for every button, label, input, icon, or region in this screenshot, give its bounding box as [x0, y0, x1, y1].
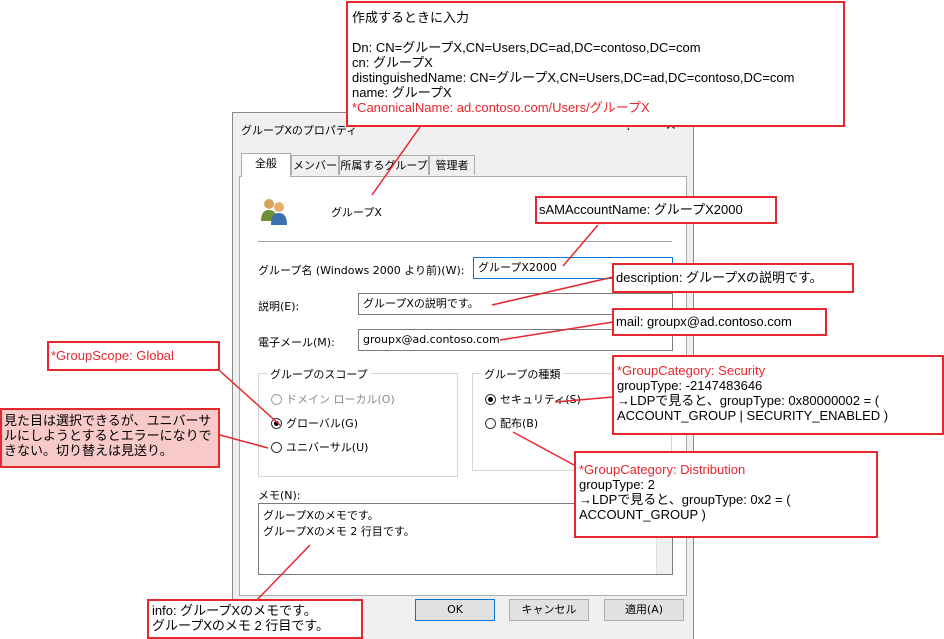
callout-group-scope: *GroupScope: Global [47, 341, 220, 371]
callout-description: description: グループXの説明です。 [612, 263, 854, 293]
apply-button[interactable]: 適用(A) [604, 599, 684, 621]
cancel-button[interactable]: キャンセル [509, 599, 589, 621]
group-name-display: グループX [331, 206, 382, 219]
group-scope-box: グループのスコープ ドメイン ローカル(O) グローバル(G) ユニバーサル(U… [258, 366, 458, 477]
callout-line: cn: グループX [352, 55, 433, 70]
callout-line: →LDPで見ると、groupType: 0x2 = ( [579, 492, 791, 507]
callout-mail: mail: groupx@ad.contoso.com [612, 308, 827, 336]
callout-create-attributes: 作成するときに入力 Dn: CN=グループX,CN=Users,DC=ad,DC… [346, 1, 845, 127]
group-users-icon [261, 199, 287, 225]
callout-line: ACCOUNT_GROUP | SECURITY_ENABLED ) [617, 408, 889, 423]
callout-line: グループXのメモ 2 行目です。 [152, 618, 330, 633]
tab-general[interactable]: 全般 [241, 153, 291, 177]
callout-line: name: グループX [352, 85, 452, 100]
pre2000-label: グループ名 (Windows 2000 より前)(W): [258, 264, 465, 277]
radio-label: ドメイン ローカル(O) [286, 393, 395, 406]
description-label: 説明(E): [258, 300, 300, 313]
scope-universal-radio[interactable]: ユニバーサル(U) [271, 439, 368, 455]
radio-circle [271, 417, 282, 429]
callout-universal-note: 見た目は選択できるが、ユニバーサルにしようとするとエラーになりできない。切り替え… [0, 408, 220, 468]
type-security-radio[interactable]: セキュリティ(S) [485, 391, 581, 407]
scope-domain-local-radio[interactable]: ドメイン ローカル(O) [271, 391, 395, 407]
memo-label: メモ(N): [258, 489, 301, 502]
callout-red-line: *CanonicalName: ad.contoso.com/Users/グルー… [352, 100, 650, 115]
radio-label: 配布(B) [500, 417, 539, 430]
scope-global-radio[interactable]: グローバル(G) [271, 415, 358, 431]
tab-member-of[interactable]: 所属するグループ [339, 155, 429, 175]
callout-line: groupType: 2 [579, 477, 655, 492]
radio-circle [271, 441, 282, 453]
callout-red-line: *GroupCategory: Security [617, 363, 766, 378]
callout-line: ACCOUNT_GROUP ) [579, 507, 706, 522]
callout-line: distinguishedName: CN=グループX,CN=Users,DC=… [352, 70, 795, 85]
callout-line: →LDPで見ると、groupType: 0x80000002 = ( [617, 393, 880, 408]
radio-circle [485, 417, 496, 429]
divider [258, 241, 672, 242]
callout-security: *GroupCategory: Security groupType: -214… [612, 355, 944, 435]
tab-managed-by[interactable]: 管理者 [429, 155, 475, 175]
tab-members[interactable]: メンバー [291, 155, 339, 175]
callout-info: info: グループXのメモです。 グループXのメモ 2 行目です。 [147, 599, 363, 639]
radio-circle [485, 393, 496, 405]
callout-line: info: グループXのメモです。 [152, 603, 317, 618]
ok-button[interactable]: OK [415, 599, 495, 621]
callout-sam-account-name: sAMAccountName: グループX2000 [535, 196, 777, 224]
email-label: 電子メール(M): [258, 336, 335, 349]
callout-line: groupType: -2147483646 [617, 378, 763, 393]
radio-label: セキュリティ(S) [500, 393, 581, 406]
radio-circle [271, 393, 282, 405]
callout-distribution: *GroupCategory: Distribution groupType: … [574, 451, 878, 538]
group-type-title: グループの種類 [481, 366, 564, 382]
dialog-title: グループXのプロパティ [241, 124, 358, 137]
callout-red-line: *GroupCategory: Distribution [579, 462, 746, 477]
type-distribution-radio[interactable]: 配布(B) [485, 415, 538, 431]
radio-label: ユニバーサル(U) [286, 441, 369, 454]
radio-label: グローバル(G) [286, 417, 358, 430]
group-scope-title: グループのスコープ [267, 366, 371, 382]
callout-line: Dn: CN=グループX,CN=Users,DC=ad,DC=contoso,D… [352, 40, 701, 55]
callout-heading: 作成するときに入力 [352, 10, 470, 25]
